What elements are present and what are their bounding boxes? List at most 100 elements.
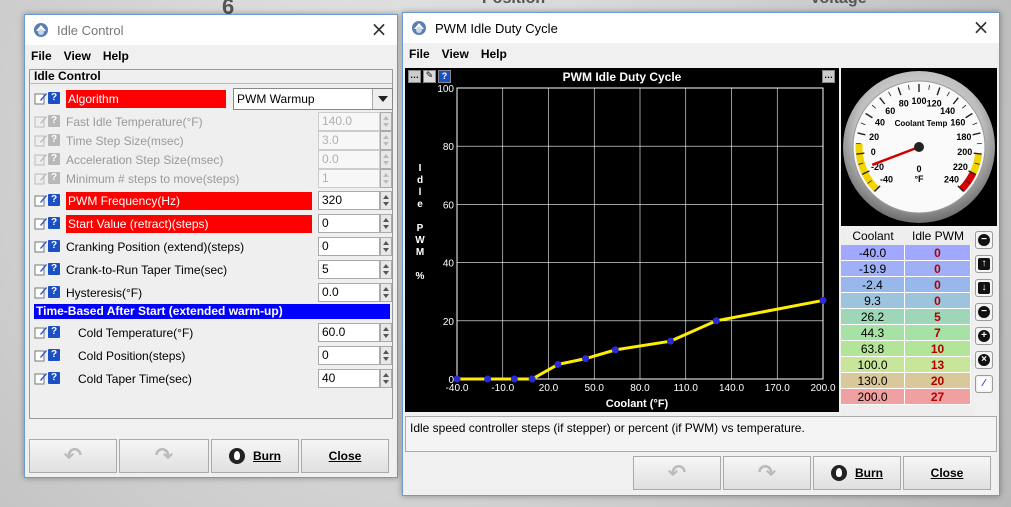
redo-button[interactable]: ↷: [119, 439, 209, 473]
pwm-duty-titlebar[interactable]: PWM Idle Duty Cycle ×: [403, 13, 999, 43]
redo-button[interactable]: ↷: [723, 456, 811, 490]
min-steps-field[interactable]: 1: [318, 169, 380, 188]
spinner[interactable]: [380, 260, 392, 279]
coolant-cell[interactable]: -19.9: [841, 261, 905, 277]
help-icon[interactable]: ?: [48, 286, 60, 298]
table-row[interactable]: 200.0 27: [841, 389, 973, 405]
close-icon[interactable]: ×: [369, 19, 389, 39]
chevron-down-icon[interactable]: [372, 89, 392, 109]
edit-icon[interactable]: [34, 91, 48, 105]
edit-icon[interactable]: [34, 348, 48, 362]
edit-icon[interactable]: [34, 216, 48, 230]
idle-pwm-cell[interactable]: 20: [905, 373, 971, 389]
coolant-cell[interactable]: 44.3: [841, 325, 905, 341]
coolant-cell[interactable]: 130.0: [841, 373, 905, 389]
multiply-button[interactable]: ×: [975, 351, 993, 369]
edit-icon[interactable]: [34, 262, 48, 276]
help-icon[interactable]: ?: [48, 326, 60, 338]
idle-pwm-cell[interactable]: 0: [905, 277, 971, 293]
undo-button[interactable]: ↶: [29, 439, 117, 473]
spinner[interactable]: [380, 369, 392, 388]
table-row[interactable]: -2.4 0: [841, 277, 973, 293]
idle-pwm-cell[interactable]: 5: [905, 309, 971, 325]
edit-icon[interactable]: [34, 239, 48, 253]
help-icon[interactable]: ?: [48, 372, 60, 384]
edit-icon[interactable]: [34, 285, 48, 299]
move-down-button[interactable]: ↓: [975, 279, 993, 297]
decrement-button[interactable]: −: [975, 303, 993, 321]
edit-icon[interactable]: [34, 193, 48, 207]
cranking-position-field[interactable]: 0: [318, 237, 380, 256]
help-icon[interactable]: ?: [48, 240, 60, 252]
spinner[interactable]: [380, 346, 392, 365]
coolant-cell[interactable]: 63.8: [841, 341, 905, 357]
spinner[interactable]: [380, 169, 392, 188]
spinner[interactable]: [380, 283, 392, 302]
fast-idle-temp-field[interactable]: 140.0: [318, 112, 380, 131]
idle-pwm-cell[interactable]: 0: [905, 261, 971, 277]
spinner[interactable]: [380, 214, 392, 233]
spinner[interactable]: [380, 237, 392, 256]
menu-file[interactable]: File: [25, 49, 58, 63]
help-icon[interactable]: ?: [48, 217, 60, 229]
idle-pwm-cell[interactable]: 27: [905, 389, 971, 405]
spinner[interactable]: [380, 323, 392, 342]
help-icon[interactable]: ?: [48, 194, 60, 206]
menu-view[interactable]: View: [58, 49, 97, 63]
coolant-cell[interactable]: -2.4: [841, 277, 905, 293]
table-row[interactable]: 63.8 10: [841, 341, 973, 357]
idle-control-titlebar[interactable]: Idle Control ×: [25, 15, 397, 45]
undo-button[interactable]: ↶: [633, 456, 721, 490]
spinner[interactable]: [380, 112, 392, 131]
pwm-frequency-field[interactable]: 320: [318, 191, 380, 210]
close-button[interactable]: Close: [903, 456, 991, 490]
algorithm-select[interactable]: PWM Warmup: [233, 88, 393, 110]
table-row[interactable]: -19.9 0: [841, 261, 973, 277]
menu-file[interactable]: File: [403, 47, 436, 61]
increment-button[interactable]: +: [975, 327, 993, 345]
close-button[interactable]: Close: [301, 439, 389, 473]
move-up-button[interactable]: ↑: [975, 255, 993, 273]
idle-pwm-cell[interactable]: 0: [905, 245, 971, 261]
menu-view[interactable]: View: [436, 47, 475, 61]
cold-temperature-field[interactable]: 60.0: [318, 323, 380, 342]
idle-pwm-cell[interactable]: 7: [905, 325, 971, 341]
menu-help[interactable]: Help: [97, 49, 135, 63]
coolant-cell[interactable]: 100.0: [841, 357, 905, 373]
help-icon[interactable]: ?: [48, 349, 60, 361]
idle-pwm-cell[interactable]: 0: [905, 293, 971, 309]
duty-cycle-chart[interactable]: 020406080100 -40.0 -10.0 20.0 50.0 80.0 110.0…: [405, 68, 839, 412]
minus-circle-button[interactable]: −: [975, 231, 993, 249]
table-row[interactable]: 44.3 7: [841, 325, 973, 341]
hysteresis-field[interactable]: 0.0: [318, 283, 380, 302]
help-icon[interactable]: ?: [48, 263, 60, 275]
spinner[interactable]: [380, 191, 392, 210]
burn-button[interactable]: Burn: [211, 439, 299, 473]
close-icon[interactable]: ×: [971, 17, 991, 37]
edit-icon[interactable]: [34, 371, 48, 385]
start-value-field[interactable]: 0: [318, 214, 380, 233]
help-icon[interactable]: ?: [48, 92, 60, 104]
coolant-cell[interactable]: -40.0: [841, 245, 905, 261]
table-row[interactable]: 100.0 13: [841, 357, 973, 373]
interpolate-button[interactable]: ⁄: [975, 375, 993, 393]
taper-time-field[interactable]: 5: [318, 260, 380, 279]
coolant-cell[interactable]: 9.3: [841, 293, 905, 309]
menu-help[interactable]: Help: [475, 47, 513, 61]
cold-taper-field[interactable]: 40: [318, 369, 380, 388]
time-step-field[interactable]: 3.0: [318, 131, 380, 150]
edit-icon[interactable]: [34, 325, 48, 339]
cold-position-field[interactable]: 0: [318, 346, 380, 365]
spinner[interactable]: [380, 131, 392, 150]
accel-step-field[interactable]: 0.0: [318, 150, 380, 169]
idle-pwm-cell[interactable]: 13: [905, 357, 971, 373]
table-row[interactable]: 130.0 20: [841, 373, 973, 389]
coolant-cell[interactable]: 26.2: [841, 309, 905, 325]
spinner[interactable]: [380, 150, 392, 169]
table-row[interactable]: -40.0 0: [841, 245, 973, 261]
table-row[interactable]: 26.2 5: [841, 309, 973, 325]
table-row[interactable]: 9.3 0: [841, 293, 973, 309]
burn-button[interactable]: Burn: [813, 456, 901, 490]
coolant-cell[interactable]: 200.0: [841, 389, 905, 405]
idle-pwm-cell[interactable]: 10: [905, 341, 971, 357]
